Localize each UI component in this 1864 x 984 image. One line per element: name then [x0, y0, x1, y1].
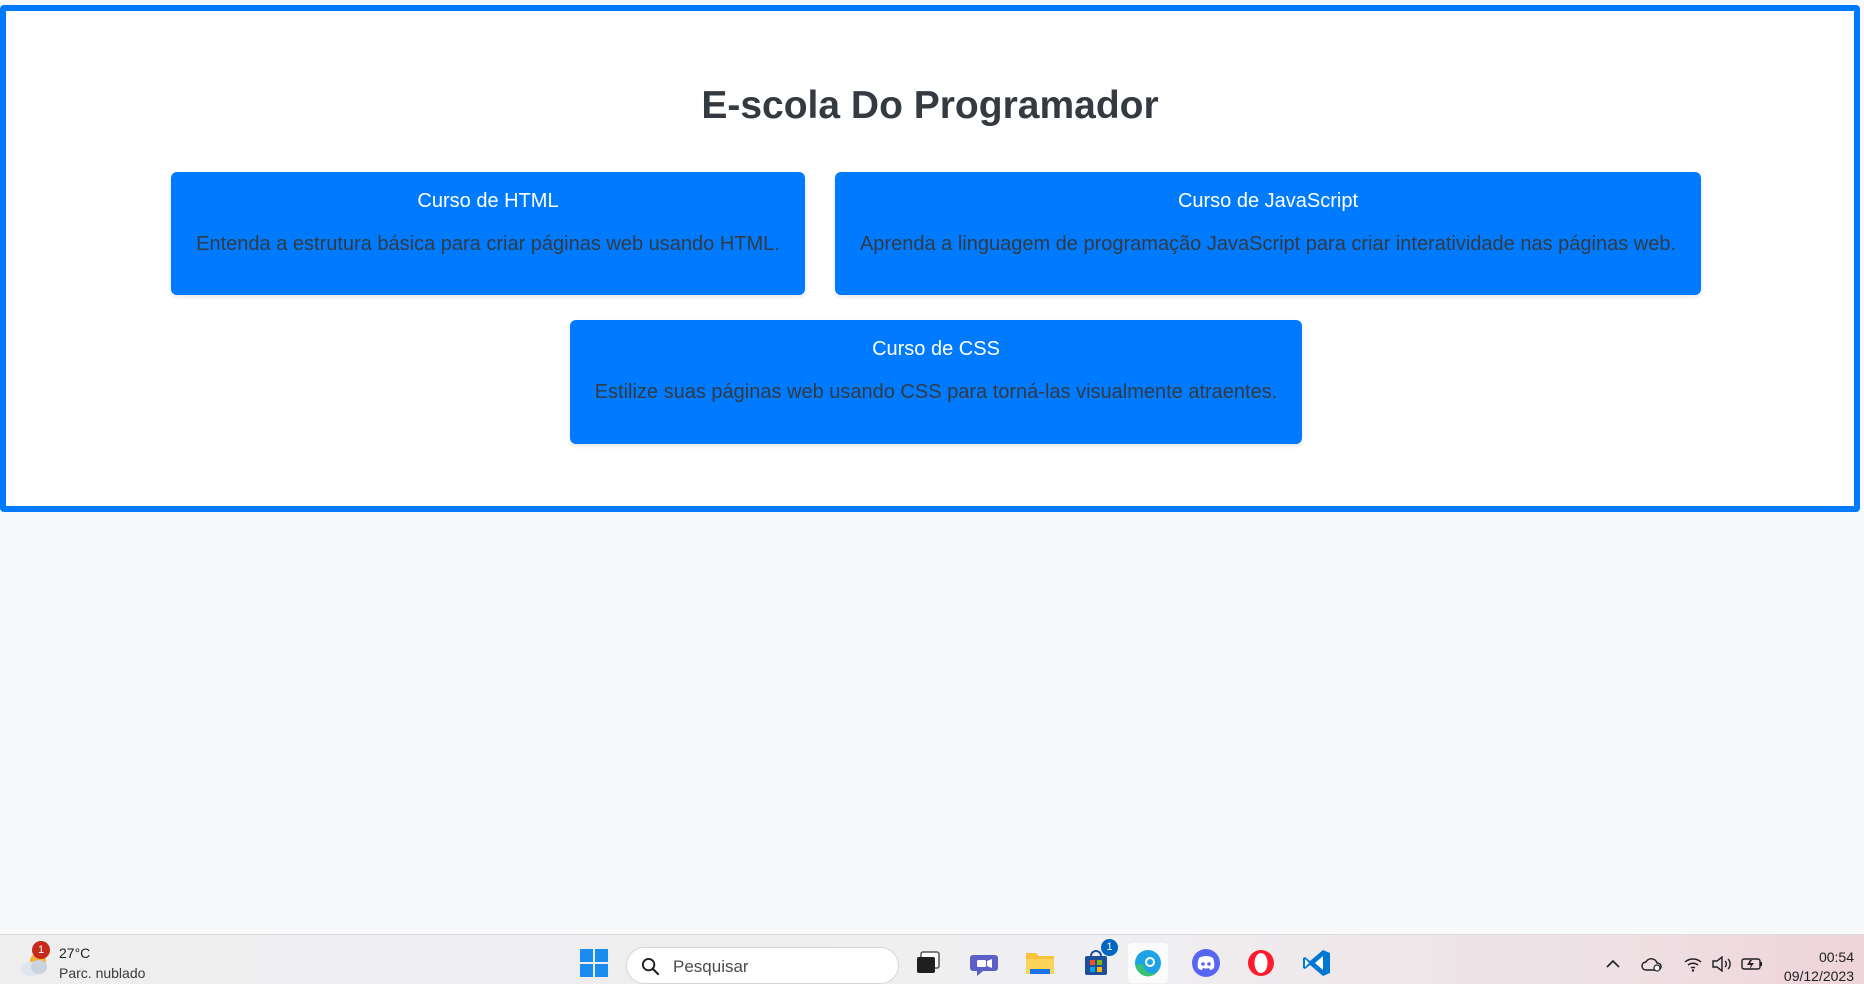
- page-container: E-scola Do Programador Curso de HTML Ent…: [0, 5, 1860, 512]
- search-placeholder: Pesquisar: [673, 957, 749, 976]
- weather-temperature: 27°C: [59, 945, 91, 961]
- opera-icon[interactable]: [1241, 943, 1281, 983]
- wifi-icon[interactable]: [1682, 954, 1704, 974]
- search-input[interactable]: Pesquisar: [626, 947, 899, 984]
- onedrive-icon[interactable]: [1641, 954, 1663, 974]
- task-view-icon[interactable]: [908, 943, 948, 983]
- microsoft-store-icon[interactable]: 1: [1076, 939, 1118, 983]
- weather-widget[interactable]: 1 27°C Parc. nublado: [18, 941, 158, 983]
- course-card-html[interactable]: Curso de HTML Entenda a estrutura básica…: [171, 172, 805, 295]
- discord-icon[interactable]: [1186, 943, 1226, 983]
- course-title: Curso de CSS: [872, 338, 1000, 360]
- course-title: Curso de JavaScript: [1177, 190, 1359, 212]
- course-description: Entenda a estrutura básica para criar pá…: [196, 233, 780, 255]
- notification-badge: 1: [32, 941, 50, 959]
- weather-condition: Parc. nublado: [59, 965, 146, 981]
- battery-icon[interactable]: [1741, 954, 1763, 974]
- course-description: Aprenda a linguagem de programação JavaS…: [859, 233, 1677, 255]
- vscode-icon[interactable]: [1297, 943, 1337, 983]
- taskbar: 1 27°C Parc. nublado Pesquisar 1 00:54 0…: [0, 934, 1864, 984]
- clock-time[interactable]: 00:54: [1819, 949, 1854, 965]
- page-title: E-scola Do Programador: [701, 84, 1159, 127]
- volume-icon[interactable]: [1711, 954, 1733, 974]
- notification-badge: 1: [1101, 939, 1118, 956]
- teams-chat-icon[interactable]: [964, 943, 1004, 983]
- search-icon: [641, 957, 660, 976]
- course-card-css[interactable]: Curso de CSS Estilize suas páginas web u…: [570, 320, 1302, 444]
- course-title: Curso de HTML: [417, 190, 559, 212]
- clock-date[interactable]: 09/12/2023: [1784, 968, 1854, 984]
- course-description: Estilize suas páginas web usando CSS par…: [594, 381, 1278, 403]
- file-explorer-icon[interactable]: [1020, 943, 1060, 983]
- windows-start-icon[interactable]: [574, 943, 614, 983]
- course-card-javascript[interactable]: Curso de JavaScript Aprenda a linguagem …: [835, 172, 1701, 295]
- edge-browser-icon[interactable]: [1128, 943, 1168, 983]
- chevron-up-icon[interactable]: [1602, 954, 1624, 974]
